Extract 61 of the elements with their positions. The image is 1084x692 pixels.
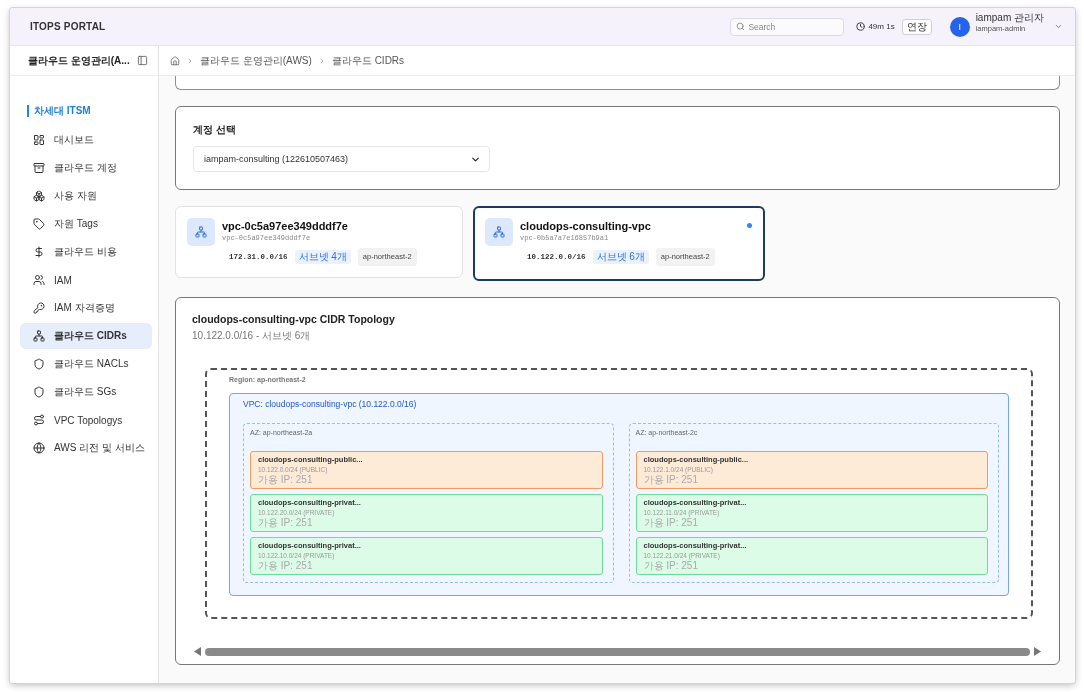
available-ip: 가용 IP: 251 [643, 560, 698, 571]
vpc-name: cloudops-consulting-vpc [520, 220, 651, 233]
sidebar-item[interactable]: 클라우드 비용 [20, 239, 152, 265]
scroll-right-icon[interactable] [1034, 647, 1041, 656]
shield-icon [33, 386, 45, 398]
users-icon [33, 274, 45, 286]
session-timer: 49m 1s [868, 22, 895, 31]
network-icon [485, 218, 513, 246]
account-select[interactable]: iampam-consulting (122610507463) [193, 146, 490, 172]
available-ip: 가용 IP: 251 [643, 517, 698, 528]
boxes-icon [33, 190, 45, 202]
extend-button[interactable]: 연장 [901, 18, 932, 35]
available-ip: 가용 IP: 251 [258, 517, 313, 528]
sidebar-item[interactable]: VPC Topologys [20, 407, 152, 433]
user-name: iampam 관리자 [975, 11, 1044, 24]
sidebar-item[interactable]: IAM [20, 267, 152, 293]
breadcrumb-link[interactable]: 클라우드 CIDRs [331, 53, 405, 68]
tag-icon [33, 218, 45, 230]
home-icon[interactable] [170, 55, 180, 66]
clock-icon [856, 22, 866, 31]
vpc-name: vpc-0c5a97ee349dddf7e [222, 220, 348, 233]
globe-icon [33, 442, 45, 454]
selected-dot-icon [747, 223, 752, 228]
network-icon [33, 330, 45, 342]
dollar-icon [33, 246, 45, 258]
chevron-down-icon[interactable] [1054, 22, 1063, 31]
sidebar-item[interactable]: AWS 리전 및 서비스 [20, 435, 152, 461]
route-icon [33, 414, 45, 426]
topology-subtitle: 10.122.0.0/16 - 서브넷 6개 [192, 329, 311, 343]
sidebar-item[interactable]: 자원 Tags [20, 211, 152, 237]
sidebar-item[interactable]: 대시보드 [20, 127, 152, 153]
sidebar-item[interactable]: 클라우드 CIDRs [20, 323, 152, 349]
app-title: ITOPS PORTAL [30, 21, 106, 32]
dashboard-icon [33, 134, 45, 146]
sidebar-item[interactable]: 클라우드 SGs [20, 379, 152, 405]
breadcrumb-link[interactable]: 클라우드 운영관리(AWS) [200, 53, 312, 68]
search-field[interactable]: Search [730, 17, 845, 36]
sidebar-item[interactable]: IAM 자격증명 [20, 295, 152, 321]
user-avatar[interactable]: I [949, 16, 970, 37]
shield-icon [33, 358, 45, 370]
key-icon [33, 302, 45, 314]
search-icon [736, 22, 746, 31]
sidebar-title: 클라우드 운영관리(A... [28, 53, 130, 68]
network-icon [187, 218, 215, 246]
available-ip: 가용 IP: 251 [643, 474, 698, 485]
sidebar-toggle-icon[interactable] [137, 55, 148, 66]
archive-icon [33, 162, 45, 174]
subnet-count-tag: 서브넷 6개 [592, 250, 649, 264]
subnet-count-tag: 서브넷 4개 [294, 250, 351, 264]
sidebar-item[interactable]: 클라우드 계정 [20, 155, 152, 181]
chevron-right-icon [186, 56, 194, 65]
scroll-left-icon[interactable] [194, 647, 201, 656]
vpc-label: VPC: cloudops-consulting-vpc (10.122.0.0/16) [243, 399, 417, 409]
sidebar-item[interactable]: 클라우드 NACLs [20, 351, 152, 377]
section-label: 차세대 ITSM [27, 105, 91, 117]
account-label: 계정 선택 [193, 123, 236, 137]
available-ip: 가용 IP: 251 [258, 560, 313, 571]
available-ip: 가용 IP: 251 [258, 474, 313, 485]
sidebar-item[interactable]: 사용 자원 [20, 183, 152, 209]
topology-title: cloudops-consulting-vpc CIDR Topology [192, 313, 395, 325]
scrollbar-thumb[interactable] [205, 647, 1030, 656]
